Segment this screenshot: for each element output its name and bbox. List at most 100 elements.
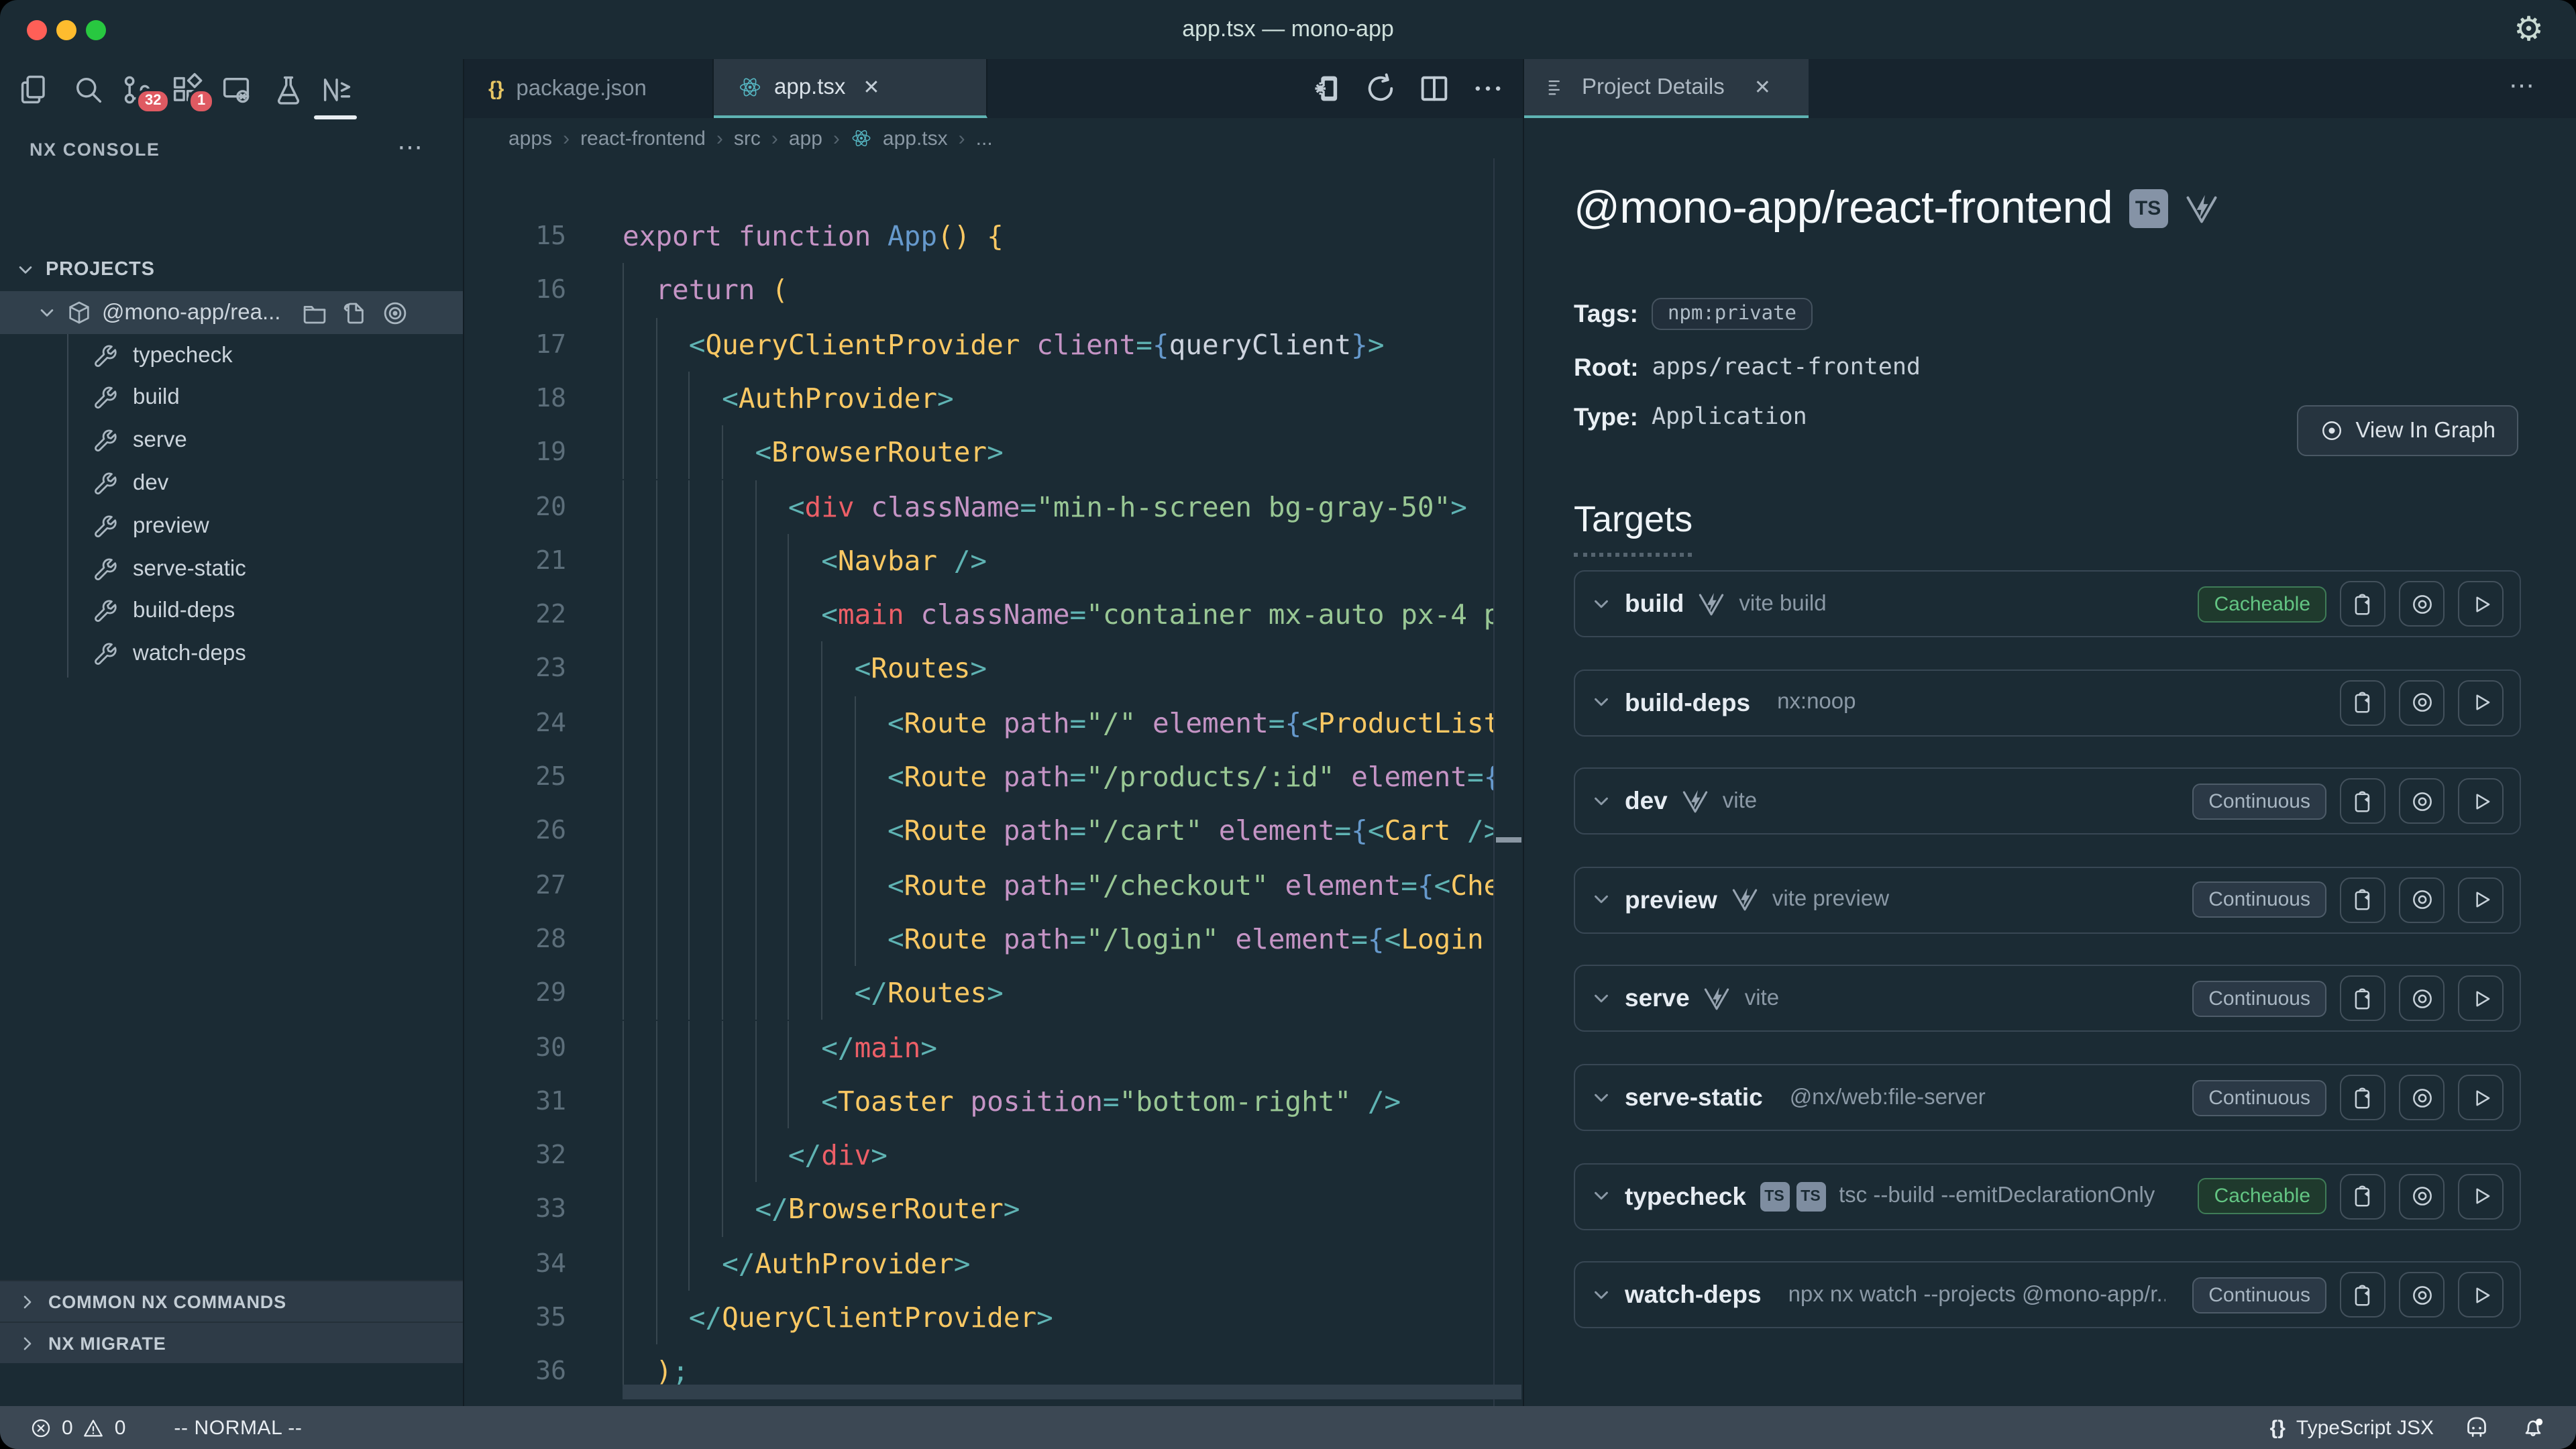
open-config-file-icon[interactable] <box>341 299 369 327</box>
indent-guide <box>722 750 723 804</box>
settings-gear-icon[interactable]: ⚙ <box>2506 8 2552 51</box>
breadcrumb-segment[interactable]: ... <box>976 127 993 150</box>
run-task-button[interactable] <box>2458 1272 2504 1318</box>
copy-task-button[interactable] <box>2340 581 2385 627</box>
section-nx-migrate[interactable]: NX MIGRATE <box>0 1322 463 1363</box>
refresh-icon[interactable] <box>1363 71 1398 106</box>
view-task-graph-button[interactable] <box>2399 581 2445 627</box>
indent-guide <box>655 1128 657 1183</box>
package-icon <box>66 299 93 326</box>
sidebar-target-item[interactable]: typecheck <box>0 334 463 377</box>
language-mode[interactable]: {} TypeScript JSX <box>2270 1416 2434 1439</box>
run-task-button[interactable] <box>2458 976 2504 1022</box>
explorer-icon[interactable] <box>17 72 52 107</box>
copilot-icon[interactable] <box>2463 1414 2490 1441</box>
indent-guide <box>623 912 624 967</box>
source-control-icon[interactable]: 32 <box>119 72 154 107</box>
chevron-down-icon[interactable] <box>1591 1285 1611 1305</box>
sidebar-target-item[interactable]: serve <box>0 419 463 462</box>
view-task-graph-button[interactable] <box>2399 1272 2445 1318</box>
chevron-down-icon[interactable] <box>1591 989 1611 1009</box>
tab-project-details[interactable]: Project Details ✕ <box>1524 59 1809 118</box>
indent-guide <box>722 696 723 750</box>
run-task-button[interactable] <box>2458 778 2504 824</box>
close-icon[interactable]: ✕ <box>863 75 879 99</box>
overview-ruler-cursor-marker <box>1496 837 1521 843</box>
indent-guide <box>722 642 723 696</box>
copy-task-button[interactable] <box>2340 1272 2385 1318</box>
sidebar-target-item[interactable]: serve-static <box>0 547 463 590</box>
view-task-graph-button[interactable] <box>2399 778 2445 824</box>
breadcrumb-segment[interactable]: react-frontend <box>580 127 706 150</box>
indent-guide <box>655 1291 657 1345</box>
wrench-icon <box>91 512 119 540</box>
target-command: vite build <box>1739 591 1826 616</box>
testing-beaker-icon[interactable] <box>271 72 306 107</box>
sidebar-target-item[interactable]: dev <box>0 462 463 505</box>
view-task-graph-button[interactable] <box>2399 976 2445 1022</box>
sidebar-more-icon[interactable]: ⋯ <box>389 131 431 165</box>
run-task-button[interactable] <box>2458 1075 2504 1120</box>
run-task-button[interactable] <box>2458 680 2504 725</box>
view-task-graph-button[interactable] <box>2399 877 2445 923</box>
indent-guide <box>689 966 690 1020</box>
play-icon <box>2468 1183 2493 1209</box>
folder-icon[interactable] <box>301 299 329 327</box>
target-logos <box>1697 590 1725 618</box>
target-label: typecheck <box>133 343 233 368</box>
section-common-nx-commands[interactable]: COMMON NX COMMANDS <box>0 1280 463 1322</box>
chevron-down-icon[interactable] <box>1591 1087 1611 1108</box>
copy-task-button[interactable] <box>2340 778 2385 824</box>
tab-package-json[interactable]: {} package.json <box>464 59 714 118</box>
nx-console-icon[interactable] <box>319 72 354 107</box>
remote-explorer-icon[interactable] <box>219 72 254 107</box>
chevron-down-icon[interactable] <box>1591 1186 1611 1206</box>
panel-more-icon[interactable]: ⋯ <box>2501 70 2542 103</box>
breadcrumb-segment[interactable]: apps <box>508 127 552 150</box>
copy-task-button[interactable] <box>2340 877 2385 923</box>
target-label: serve <box>133 428 187 453</box>
target-card: dev vite Continuous <box>1574 767 2521 835</box>
sidebar-target-item[interactable]: build <box>0 377 463 420</box>
copy-task-button[interactable] <box>2340 680 2385 725</box>
chevron-down-icon[interactable] <box>1591 890 1611 910</box>
problems-indicator[interactable]: 0 0 <box>30 1416 125 1439</box>
code-content[interactable]: export function App() { return ( <QueryC… <box>623 209 1493 1406</box>
open-project-settings-icon[interactable] <box>1309 71 1344 106</box>
indent-guide <box>623 534 624 588</box>
copy-task-button[interactable] <box>2340 976 2385 1022</box>
breadcrumb-segment[interactable]: app <box>789 127 822 150</box>
chevron-down-icon[interactable] <box>1591 692 1611 712</box>
line-number: 24 <box>464 696 566 750</box>
view-task-graph-button[interactable] <box>2399 1173 2445 1219</box>
line-number: 30 <box>464 1020 566 1075</box>
breadcrumb-segment[interactable]: src <box>734 127 761 150</box>
section-label: NX MIGRATE <box>48 1333 166 1353</box>
tree-item-project[interactable]: @mono-app/rea... <box>0 291 463 334</box>
run-task-button[interactable] <box>2458 877 2504 923</box>
breadcrumb-segment[interactable]: app.tsx <box>883 127 948 150</box>
search-icon[interactable] <box>71 72 106 107</box>
chevron-down-icon[interactable] <box>1591 791 1611 811</box>
run-task-button[interactable] <box>2458 1173 2504 1219</box>
view-task-graph-button[interactable] <box>2399 680 2445 725</box>
sidebar-target-item[interactable]: build-deps <box>0 590 463 633</box>
notifications-bell-icon[interactable] <box>2520 1414 2546 1441</box>
extensions-icon[interactable]: 1 <box>169 72 204 107</box>
tab-app-tsx[interactable]: app.tsx ✕ <box>714 59 987 118</box>
focus-target-icon[interactable] <box>381 299 409 327</box>
tree-section-projects[interactable]: PROJECTS <box>0 248 463 291</box>
chevron-down-icon[interactable] <box>1591 594 1611 614</box>
wrench-icon <box>91 598 119 626</box>
run-task-button[interactable] <box>2458 581 2504 627</box>
sidebar-target-item[interactable]: watch-deps <box>0 633 463 676</box>
close-icon[interactable]: ✕ <box>1746 74 1779 101</box>
copy-task-button[interactable] <box>2340 1075 2385 1120</box>
sidebar-target-item[interactable]: preview <box>0 504 463 547</box>
split-editor-icon[interactable] <box>1417 71 1452 106</box>
indent-guide <box>623 480 624 534</box>
view-task-graph-button[interactable] <box>2399 1075 2445 1120</box>
horizontal-scrollbar[interactable] <box>623 1385 1521 1399</box>
more-actions-icon[interactable] <box>1470 71 1505 106</box>
copy-task-button[interactable] <box>2340 1173 2385 1219</box>
